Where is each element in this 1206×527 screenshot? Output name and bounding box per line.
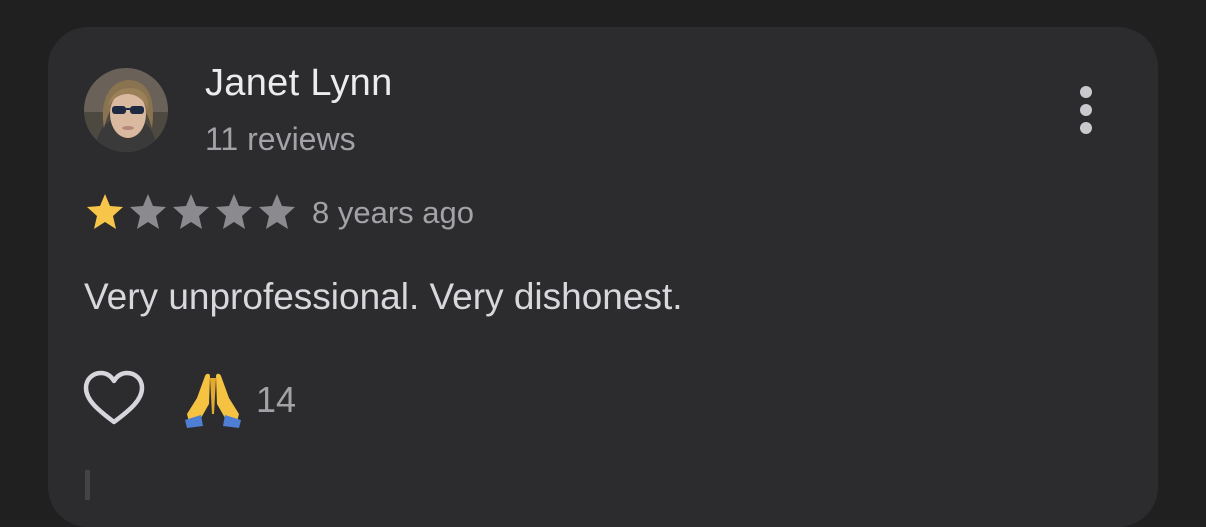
star-filled-icon — [87, 194, 123, 229]
vertical-dots-icon — [1080, 122, 1092, 134]
star-empty-icon — [216, 194, 252, 229]
reply-thread-line — [85, 470, 90, 500]
star-empty-icon — [130, 194, 166, 229]
star-empty-icon — [259, 194, 295, 229]
author-name[interactable]: Janet Lynn — [205, 62, 393, 105]
vertical-dots-icon — [1080, 104, 1092, 116]
more-options-button[interactable] — [1064, 80, 1108, 140]
vertical-dots-icon — [1080, 86, 1092, 98]
avatar[interactable] — [84, 68, 168, 152]
like-button[interactable] — [82, 370, 146, 428]
review-text: Very unprofessional. Very dishonest. — [84, 276, 683, 317]
folded-hands-emoji-icon[interactable] — [183, 370, 243, 428]
star-empty-icon — [173, 194, 209, 229]
heart-outline-icon — [83, 370, 145, 425]
reaction-count: 14 — [256, 379, 297, 420]
review-time: 8 years ago — [312, 195, 474, 230]
star-rating — [84, 192, 298, 232]
author-review-count: 11 reviews — [205, 121, 356, 157]
